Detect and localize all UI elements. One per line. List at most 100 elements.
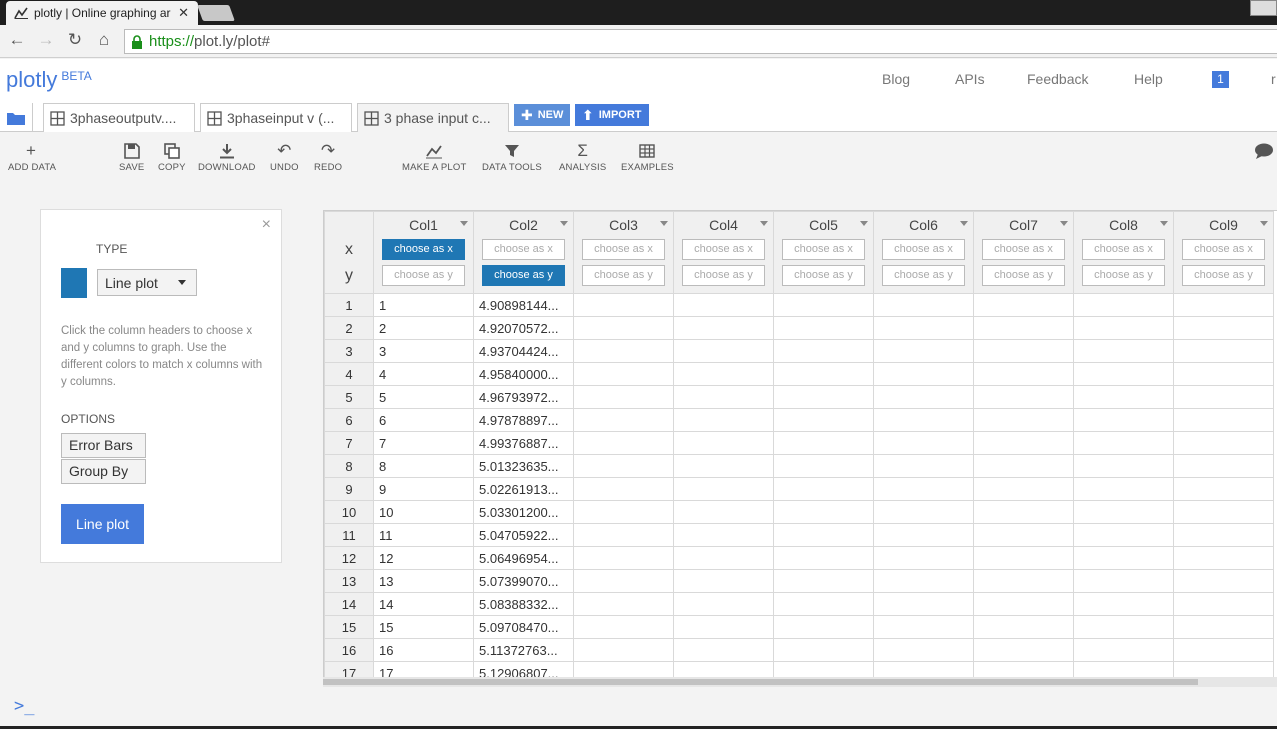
- grid-cell[interactable]: 9: [373, 477, 474, 501]
- grid-cell[interactable]: [973, 385, 1074, 409]
- grid-cell[interactable]: 5.08388332...: [473, 592, 574, 616]
- choose-as-y-button[interactable]: choose as y: [1082, 265, 1165, 286]
- grid-cell[interactable]: [673, 546, 774, 570]
- grid-cell[interactable]: [573, 523, 674, 547]
- grid-cell[interactable]: [573, 293, 674, 317]
- grid-cell[interactable]: [1073, 477, 1174, 501]
- grid-cell[interactable]: [973, 638, 1074, 662]
- grid-cell[interactable]: [1173, 316, 1274, 340]
- download-button[interactable]: DOWNLOAD: [198, 140, 256, 173]
- grid-cell[interactable]: [573, 661, 674, 677]
- choose-as-y-button[interactable]: choose as y: [582, 265, 665, 286]
- grid-cell[interactable]: [673, 523, 774, 547]
- grid-cell[interactable]: [873, 661, 974, 677]
- grid-cell[interactable]: [1073, 500, 1174, 524]
- caret-down-icon[interactable]: [860, 221, 868, 230]
- column-header-col4[interactable]: Col4 choose as x choose as y: [673, 211, 774, 294]
- grid-cell[interactable]: [973, 569, 1074, 593]
- scrollbar-thumb[interactable]: [323, 679, 1198, 685]
- window-controls[interactable]: [1250, 0, 1277, 16]
- grid-cell[interactable]: 16: [373, 638, 474, 662]
- error-bars-button[interactable]: Error Bars: [61, 433, 146, 458]
- grid-cell[interactable]: [773, 408, 874, 432]
- grid-cell[interactable]: [573, 569, 674, 593]
- back-icon[interactable]: ←: [6, 30, 28, 50]
- grid-cell[interactable]: 13: [373, 569, 474, 593]
- grid-cell[interactable]: [773, 546, 874, 570]
- grid-cell[interactable]: [673, 293, 774, 317]
- home-icon[interactable]: ⌂: [93, 30, 115, 50]
- grid-cell[interactable]: [773, 385, 874, 409]
- grid-cell[interactable]: [1073, 592, 1174, 616]
- plotly-logo[interactable]: plotly BETA: [6, 67, 92, 93]
- data-tools-button[interactable]: DATA TOOLS: [482, 140, 542, 173]
- grid-cell[interactable]: [673, 385, 774, 409]
- forward-icon[interactable]: →: [35, 30, 57, 50]
- grid-cell[interactable]: 7: [373, 431, 474, 455]
- grid-cell[interactable]: 5.09708470...: [473, 615, 574, 639]
- group-by-button[interactable]: Group By: [61, 459, 146, 484]
- close-icon[interactable]: ×: [262, 216, 271, 234]
- grid-cell[interactable]: [873, 316, 974, 340]
- grid-cell[interactable]: [1173, 661, 1274, 677]
- column-header-col1[interactable]: Col1 choose as x choose as y: [373, 211, 474, 294]
- column-header-col2[interactable]: Col2 choose as x choose as y: [473, 211, 574, 294]
- grid-cell[interactable]: 3: [373, 339, 474, 363]
- save-button[interactable]: SAVE: [119, 140, 144, 173]
- grid-cell[interactable]: [1173, 408, 1274, 432]
- grid-cell[interactable]: [1073, 385, 1174, 409]
- new-button[interactable]: ✚ NEW: [514, 104, 571, 126]
- grid-cell[interactable]: [1173, 454, 1274, 478]
- grid-cell[interactable]: [573, 500, 674, 524]
- redo-button[interactable]: ↷ REDO: [314, 140, 342, 173]
- grid-cell[interactable]: 12: [373, 546, 474, 570]
- grid-cell[interactable]: [973, 477, 1074, 501]
- grid-cell[interactable]: [573, 408, 674, 432]
- grid-cell[interactable]: 5.04705922...: [473, 523, 574, 547]
- user-menu[interactable]: r: [1271, 71, 1276, 87]
- plot-type-select[interactable]: Line plot: [97, 269, 197, 296]
- column-header-col8[interactable]: Col8 choose as x choose as y: [1073, 211, 1174, 294]
- grid-cell[interactable]: 8: [373, 454, 474, 478]
- grid-cell[interactable]: [873, 477, 974, 501]
- grid-cell[interactable]: [873, 431, 974, 455]
- grid-cell[interactable]: [673, 500, 774, 524]
- grid-cell[interactable]: [1173, 638, 1274, 662]
- grid-cell[interactable]: 17: [373, 661, 474, 677]
- caret-down-icon[interactable]: [560, 221, 568, 230]
- choose-as-x-button[interactable]: choose as x: [882, 239, 965, 260]
- choose-as-x-button[interactable]: choose as x: [1082, 239, 1165, 260]
- grid-cell[interactable]: [1073, 339, 1174, 363]
- chat-icon[interactable]: [1254, 142, 1274, 160]
- grid-cell[interactable]: [773, 638, 874, 662]
- analysis-button[interactable]: Σ ANALYSIS: [559, 140, 606, 173]
- grid-cell[interactable]: [1073, 661, 1174, 677]
- grid-cell[interactable]: [873, 293, 974, 317]
- nav-help[interactable]: Help: [1134, 71, 1163, 87]
- grid-cell[interactable]: [873, 362, 974, 386]
- grid-cell[interactable]: [773, 431, 874, 455]
- choose-as-x-button[interactable]: choose as x: [582, 239, 665, 260]
- grid-cell[interactable]: 4.92070572...: [473, 316, 574, 340]
- choose-as-y-button[interactable]: choose as y: [382, 265, 465, 286]
- grid-cell[interactable]: [973, 661, 1074, 677]
- grid-cell[interactable]: [973, 454, 1074, 478]
- grid-cell[interactable]: [573, 362, 674, 386]
- grid-cell[interactable]: [973, 523, 1074, 547]
- url-input[interactable]: https://plot.ly/plot#: [124, 29, 1277, 54]
- grid-cell[interactable]: [673, 454, 774, 478]
- grid-cell[interactable]: [573, 638, 674, 662]
- undo-button[interactable]: ↶ UNDO: [270, 140, 299, 173]
- grid-cell[interactable]: [773, 454, 874, 478]
- grid-cell[interactable]: [1073, 615, 1174, 639]
- grid-cell[interactable]: [573, 546, 674, 570]
- reload-icon[interactable]: ↻: [64, 30, 86, 50]
- file-tab-2[interactable]: 3phaseinput v (...: [200, 103, 352, 132]
- copy-button[interactable]: COPY: [158, 140, 186, 173]
- grid-cell[interactable]: [773, 293, 874, 317]
- grid-cell[interactable]: [773, 569, 874, 593]
- column-header-col7[interactable]: Col7 choose as x choose as y: [973, 211, 1074, 294]
- grid-cell[interactable]: [1073, 431, 1174, 455]
- column-header-col5[interactable]: Col5 choose as x choose as y: [773, 211, 874, 294]
- grid-cell[interactable]: 4.95840000...: [473, 362, 574, 386]
